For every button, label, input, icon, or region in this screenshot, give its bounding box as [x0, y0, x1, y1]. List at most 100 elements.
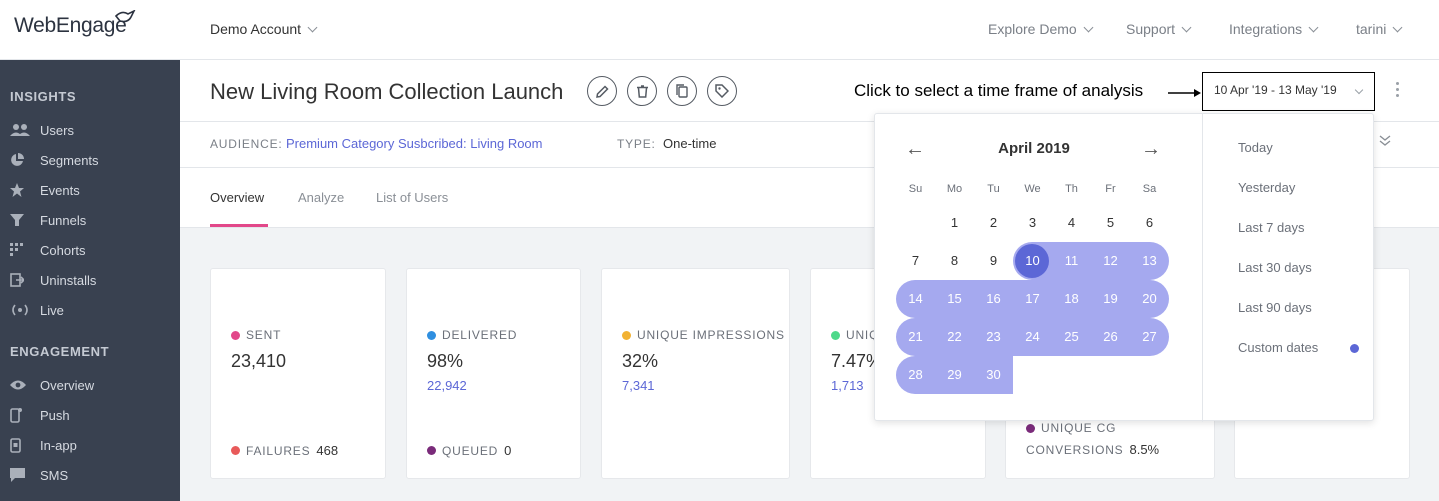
calendar-day[interactable]: 23 — [974, 318, 1013, 356]
webengage-logo[interactable]: WebEngage — [14, 10, 136, 38]
sidebar-item-cohorts[interactable]: Cohorts — [10, 240, 86, 260]
nav-label: Integrations — [1229, 21, 1303, 37]
selected-indicator-dot — [1350, 344, 1359, 353]
metric-label-text: UNIQUE IMPRESSIONS — [637, 328, 785, 342]
calendar-day[interactable]: 19 — [1091, 280, 1130, 318]
calendar-day[interactable]: 7 — [896, 242, 935, 280]
sidebar-item-label: SMS — [40, 467, 69, 483]
calendar-day[interactable]: 21 — [896, 318, 935, 356]
metric-card-delivered: DELIVERED 98% 22,942 QUEUED 0 — [406, 268, 581, 479]
sidebar-item-push[interactable]: Push — [10, 405, 70, 425]
metric-label: DELIVERED — [427, 328, 517, 342]
calendar-day[interactable]: 13 — [1130, 242, 1169, 280]
metric-footer: UNIQUE CG — [1026, 421, 1116, 435]
uninstall-icon — [10, 273, 30, 287]
calendar-day[interactable]: 12 — [1091, 242, 1130, 280]
metric-label: UNIQ — [831, 328, 879, 342]
calendar-day[interactable]: 2 — [974, 204, 1013, 242]
metric-card-sent: SENT 23,410 FAILURES 468 — [210, 268, 386, 479]
sidebar-item-users[interactable]: Users — [10, 120, 74, 140]
weekday-label: Mo — [946, 183, 963, 195]
metric-footer-line2: CONVERSIONS 8.5% — [1026, 442, 1159, 457]
calendar-day[interactable]: 29 — [935, 356, 974, 394]
user-menu[interactable]: tarini — [1356, 21, 1403, 37]
inapp-icon — [10, 437, 30, 453]
duplicate-button[interactable] — [667, 76, 697, 106]
metric-value: 32% — [622, 351, 659, 371]
calendar-day[interactable]: 27 — [1130, 318, 1169, 356]
sidebar-item-in-app[interactable]: In-app — [10, 435, 77, 455]
audience-link[interactable]: Premium Category Susbcribed: Living Room — [286, 136, 543, 151]
status-dot — [831, 330, 840, 340]
calendar-day[interactable]: 24 — [1013, 318, 1052, 356]
status-dot — [427, 446, 436, 455]
preset-option[interactable]: Yesterday — [1238, 180, 1295, 195]
weekday-label: We — [1024, 183, 1041, 195]
calendar-day[interactable]: 22 — [935, 318, 974, 356]
preset-option[interactable]: Last 7 days — [1238, 220, 1305, 235]
more-options-icon[interactable] — [1396, 82, 1400, 100]
metric-card-unique-impressions: UNIQUE IMPRESSIONS 32% 7,341 — [601, 268, 790, 479]
calendar-day[interactable]: 30 — [974, 356, 1013, 394]
delete-button[interactable] — [627, 76, 657, 106]
calendar-day[interactable]: 16 — [974, 280, 1013, 318]
type-value: One-time — [663, 136, 717, 151]
tab-list-of-users[interactable]: List of Users — [376, 190, 448, 205]
preset-option[interactable]: Custom dates — [1238, 340, 1318, 355]
sidebar-item-events[interactable]: Events — [10, 180, 80, 200]
nav-integrations[interactable]: Integrations — [1229, 21, 1319, 37]
calendar-day[interactable]: 25 — [1052, 318, 1091, 356]
sidebar-item-segments[interactable]: Segments — [10, 150, 99, 170]
calendar-day[interactable]: 15 — [935, 280, 974, 318]
preset-option[interactable]: Last 90 days — [1238, 300, 1312, 315]
preset-option[interactable]: Last 30 days — [1238, 260, 1312, 275]
metric-count-link[interactable]: 22,942 — [427, 378, 467, 393]
footer-label: QUEUED — [442, 443, 499, 458]
date-picker-popup: ← April 2019 → Su Mo Tu We Th Fr Sa 1234567891… — [874, 113, 1374, 422]
calendar-day[interactable]: 8 — [935, 242, 974, 280]
pie-icon — [10, 153, 30, 167]
preset-option[interactable]: Today — [1238, 140, 1273, 155]
calendar-day[interactable]: 5 — [1091, 204, 1130, 242]
footer-label: CONVERSIONS — [1026, 442, 1124, 457]
calendar-day[interactable]: 3 — [1013, 204, 1052, 242]
calendar-day[interactable]: 20 — [1130, 280, 1169, 318]
calendar-day[interactable]: 18 — [1052, 280, 1091, 318]
calendar-day[interactable]: 6 — [1130, 204, 1169, 242]
calendar-day[interactable]: 14 — [896, 280, 935, 318]
metric-footer: QUEUED 0 — [427, 443, 511, 458]
sidebar-item-sms[interactable]: SMS — [10, 465, 68, 485]
tab-analyze[interactable]: Analyze — [298, 190, 344, 205]
calendar-day[interactable]: 11 — [1052, 242, 1091, 280]
edit-button[interactable] — [587, 76, 617, 106]
sidebar-item-funnels[interactable]: Funnels — [10, 210, 86, 230]
sidebar-section-insights: INSIGHTS — [10, 89, 77, 104]
calendar-day[interactable]: 10 — [1013, 242, 1052, 280]
calendar-day[interactable]: 9 — [974, 242, 1013, 280]
audience-label: AUDIENCE: — [210, 137, 283, 151]
calendar-day[interactable]: 1 — [935, 204, 974, 242]
sidebar-item-uninstalls[interactable]: Uninstalls — [10, 270, 96, 290]
double-chevron-down-icon — [1379, 135, 1391, 146]
tag-button[interactable] — [707, 76, 737, 106]
sidebar-section-engagement: ENGAGEMENT — [10, 344, 110, 359]
metric-count-link[interactable]: 1,713 — [831, 378, 864, 393]
sidebar-item-live[interactable]: Live — [10, 300, 64, 320]
metric-count-link[interactable]: 7,341 — [622, 378, 655, 393]
metric-value: 23,410 — [231, 351, 287, 371]
account-switcher[interactable]: Demo Account — [210, 21, 318, 37]
date-range-picker-button[interactable]: 10 Apr '19 - 13 May '19 — [1202, 72, 1375, 111]
pencil-icon — [595, 84, 609, 98]
sidebar-item-overview[interactable]: Overview — [10, 375, 94, 395]
nav-explore-demo[interactable]: Explore Demo — [988, 21, 1094, 37]
sidebar: INSIGHTS Users Segments Events Funnels C… — [0, 60, 180, 501]
nav-support[interactable]: Support — [1126, 21, 1192, 37]
sidebar-item-label: Overview — [40, 377, 95, 393]
calendar-day[interactable]: 17 — [1013, 280, 1052, 318]
calendar-day[interactable]: 28 — [896, 356, 935, 394]
next-month-arrow-icon[interactable]: → — [1141, 138, 1161, 161]
calendar-day[interactable]: 26 — [1091, 318, 1130, 356]
nav-label: Support — [1126, 21, 1176, 37]
calendar-day[interactable]: 4 — [1052, 204, 1091, 242]
tab-overview[interactable]: Overview — [210, 190, 264, 205]
